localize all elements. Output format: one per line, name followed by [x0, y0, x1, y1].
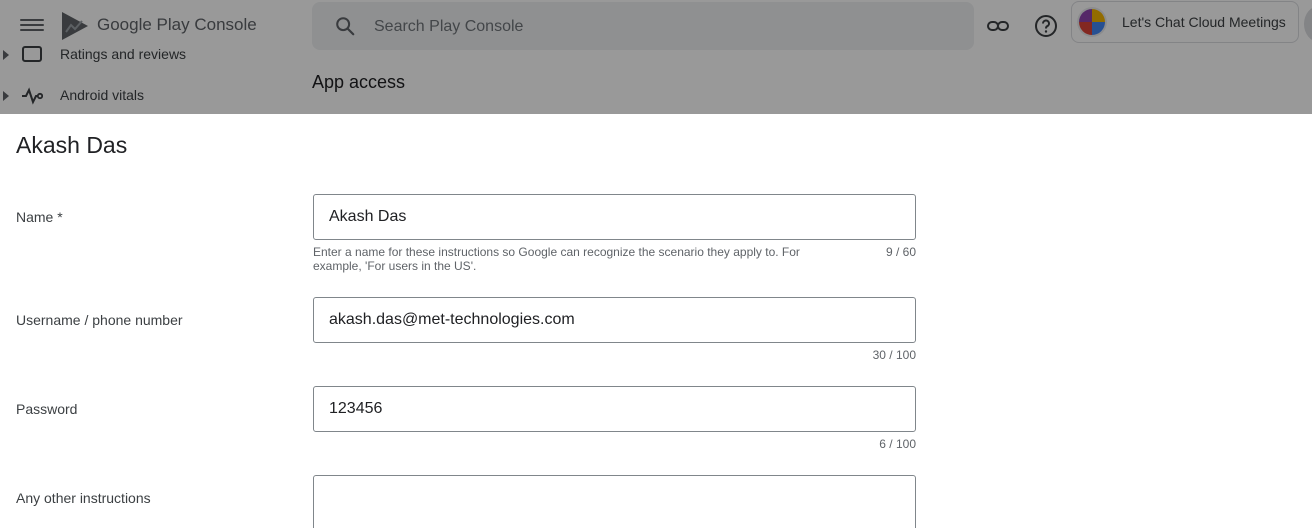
password-field-value[interactable]: 123456	[329, 400, 382, 418]
username-field-value[interactable]: akash.das@met-technologies.com	[329, 311, 575, 329]
other-instructions-label: Any other instructions	[16, 490, 151, 506]
password-field[interactable]: 123456	[313, 386, 916, 432]
name-field[interactable]: Akash Das	[313, 194, 916, 240]
password-char-counter: 6 / 100	[879, 437, 916, 451]
name-hint: Enter a name for these instructions so G…	[313, 245, 800, 273]
instructions-dialog: Akash Das Name * Akash Das Enter a name …	[0, 114, 1312, 528]
username-label: Username / phone number	[16, 312, 183, 328]
password-label: Password	[16, 401, 78, 417]
name-field-value[interactable]: Akash Das	[329, 208, 406, 226]
username-field[interactable]: akash.das@met-technologies.com	[313, 297, 916, 343]
other-instructions-field[interactable]	[313, 475, 916, 528]
name-label: Name *	[16, 209, 63, 225]
name-char-counter: 9 / 60	[885, 245, 916, 259]
dialog-title: Akash Das	[16, 132, 128, 158]
username-char-counter: 30 / 100	[872, 348, 916, 362]
